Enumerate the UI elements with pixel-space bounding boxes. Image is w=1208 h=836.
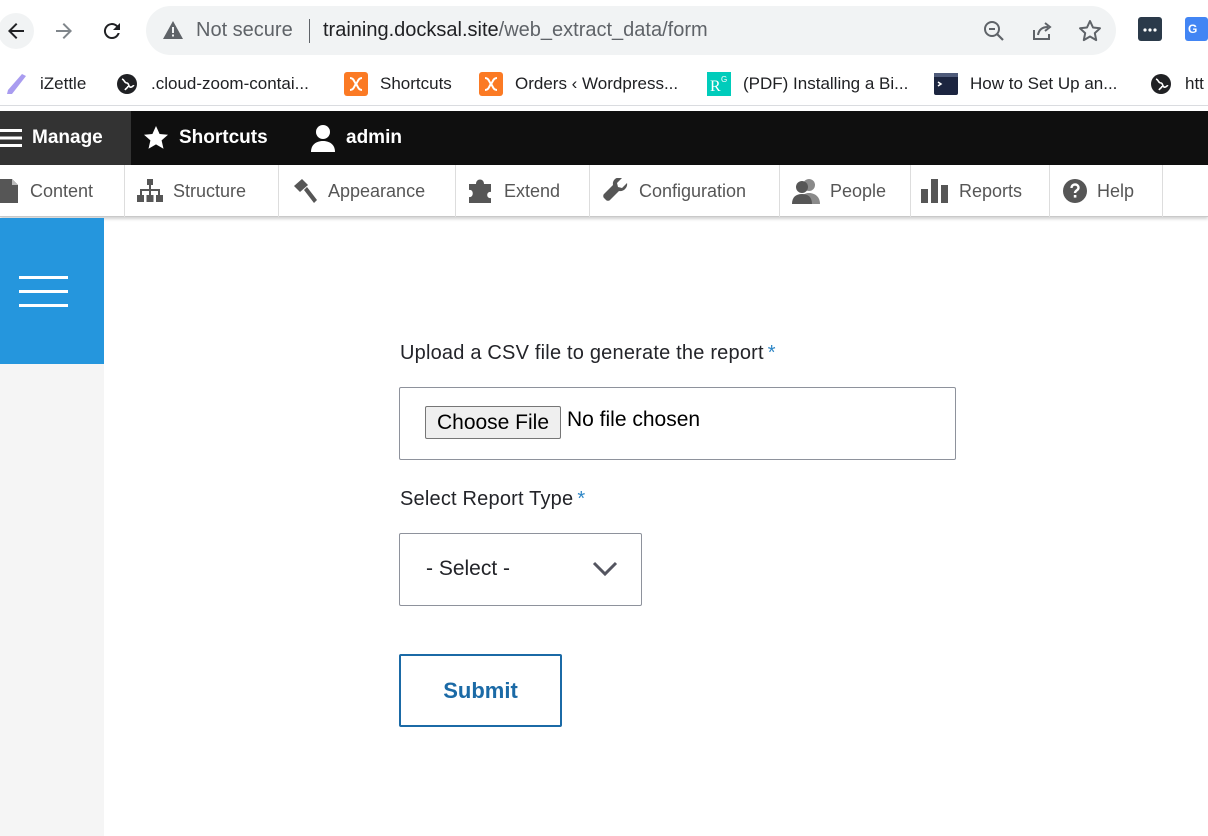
bookmark-label: Shortcuts (380, 74, 452, 93)
extension-icon[interactable] (1138, 17, 1162, 41)
tray-appearance[interactable]: Appearance (279, 165, 456, 217)
forward-button[interactable] (46, 13, 82, 49)
tray-people[interactable]: People (780, 165, 911, 217)
url-text[interactable]: training.docksal.site/web_extract_data/f… (323, 19, 708, 42)
xampp-icon (344, 72, 368, 96)
required-marker: * (577, 488, 586, 510)
paint-icon (292, 178, 318, 204)
toolbar-manage[interactable]: Manage (0, 111, 131, 165)
zoom-icon[interactable] (981, 18, 1007, 44)
bookmark-pdf[interactable]: RG (PDF) Installing a Bi... (707, 70, 908, 98)
bookmark-htt[interactable]: htt (1149, 70, 1204, 98)
bar-chart-icon (921, 179, 949, 203)
report-type-label: Select Report Type * (400, 488, 585, 511)
bookmark-label: .cloud-zoom-contai... (151, 74, 309, 93)
star-icon (143, 125, 169, 151)
svg-text:G: G (721, 75, 727, 84)
sidebar-menu-toggle[interactable] (0, 218, 104, 364)
tray-extend[interactable]: Extend (456, 165, 590, 217)
report-type-label-text: Select Report Type (400, 488, 574, 510)
url-host: training.docksal.site (323, 19, 499, 41)
bookmarks-bar: iZettle .cloud-zoom-contai... Shortcuts … (0, 62, 1208, 106)
toolbar-manage-label: Manage (32, 127, 103, 148)
xampp-icon (479, 72, 503, 96)
tray-label: Appearance (328, 180, 426, 201)
not-secure-label[interactable]: Not secure (196, 19, 293, 42)
upload-label: Upload a CSV file to generate the report… (400, 342, 776, 365)
bookmark-label: htt (1185, 74, 1204, 93)
tray-label: Content (30, 180, 94, 201)
back-button[interactable] (0, 13, 34, 49)
globe-icon (115, 72, 139, 96)
toolbar-user[interactable]: admin (310, 111, 402, 165)
researchgate-icon: RG (707, 72, 731, 96)
chevron-down-icon (592, 561, 618, 577)
bookmark-label: Orders ‹ Wordpress... (515, 74, 679, 93)
menu-icon (0, 128, 22, 148)
pen-icon (4, 72, 28, 96)
tray-label: Structure (173, 180, 247, 201)
browser-toolbar: Not secure training.docksal.site/web_ext… (0, 0, 1208, 62)
tray-label: Configuration (639, 180, 747, 201)
tray-label: Help (1097, 180, 1135, 201)
bookmark-label: iZettle (40, 74, 87, 93)
toolbar-user-label: admin (346, 127, 402, 148)
omnibox-divider (309, 19, 310, 43)
sitemap-icon (137, 179, 163, 203)
star-icon[interactable] (1077, 18, 1103, 44)
no-file-chosen-text: No file chosen (567, 408, 701, 431)
submit-button[interactable]: Submit (399, 654, 562, 727)
back-icon (8, 23, 24, 39)
translate-icon[interactable]: G (1185, 17, 1208, 41)
url-path: /web_extract_data/form (498, 19, 708, 41)
people-icon (792, 178, 820, 204)
warning-icon[interactable] (162, 20, 184, 40)
bookmark-orders[interactable]: Orders ‹ Wordpress... (479, 70, 678, 98)
user-icon (310, 124, 336, 152)
puzzle-icon (468, 178, 494, 204)
bookmark-shortcuts[interactable]: Shortcuts (344, 70, 452, 98)
bookmark-how-to[interactable]: How to Set Up an... (934, 70, 1117, 98)
required-marker: * (767, 342, 776, 364)
admin-tray: Content Structure Appearance Extend Conf… (0, 165, 1208, 217)
tray-structure[interactable]: Structure (125, 165, 279, 217)
tray-label: Extend (504, 180, 561, 201)
toolbar-shortcuts[interactable]: Shortcuts (143, 111, 268, 165)
wrench-icon (603, 178, 629, 204)
choose-file-button[interactable]: Choose File (425, 406, 561, 439)
svg-text:G: G (1188, 22, 1197, 36)
svg-text:R: R (710, 78, 721, 95)
toolbar-shortcuts-label: Shortcuts (179, 127, 268, 148)
globe-icon (1149, 72, 1173, 96)
forward-icon (56, 23, 72, 39)
tray-help[interactable]: Help (1050, 165, 1163, 217)
bookmark-izettle[interactable]: iZettle (4, 70, 86, 98)
csv-file-field[interactable]: Choose File No file chosen (399, 387, 956, 460)
help-icon (1063, 179, 1087, 203)
bookmark-label: How to Set Up an... (970, 74, 1118, 93)
report-type-selected-value: - Select - (426, 557, 511, 580)
share-icon[interactable] (1029, 18, 1055, 44)
tray-content[interactable]: Content (0, 165, 125, 217)
bookmark-cloud-zoom[interactable]: .cloud-zoom-contai... (115, 70, 309, 98)
tray-label: People (830, 180, 887, 201)
report-type-select[interactable]: - Select - (399, 533, 642, 606)
file-icon (0, 179, 20, 203)
bookmark-label: (PDF) Installing a Bi... (743, 74, 909, 93)
admin-toolbar: Manage Shortcuts admin (0, 111, 1208, 165)
upload-label-text: Upload a CSV file to generate the report (400, 342, 764, 364)
tray-configuration[interactable]: Configuration (590, 165, 780, 217)
reload-button[interactable] (94, 13, 130, 49)
address-bar[interactable]: Not secure training.docksal.site/web_ext… (146, 6, 1116, 55)
tray-label: Reports (959, 180, 1023, 201)
hamburger-icon (19, 276, 68, 318)
reload-icon (103, 23, 120, 40)
terminal-icon (934, 72, 958, 96)
tray-reports[interactable]: Reports (911, 165, 1050, 217)
